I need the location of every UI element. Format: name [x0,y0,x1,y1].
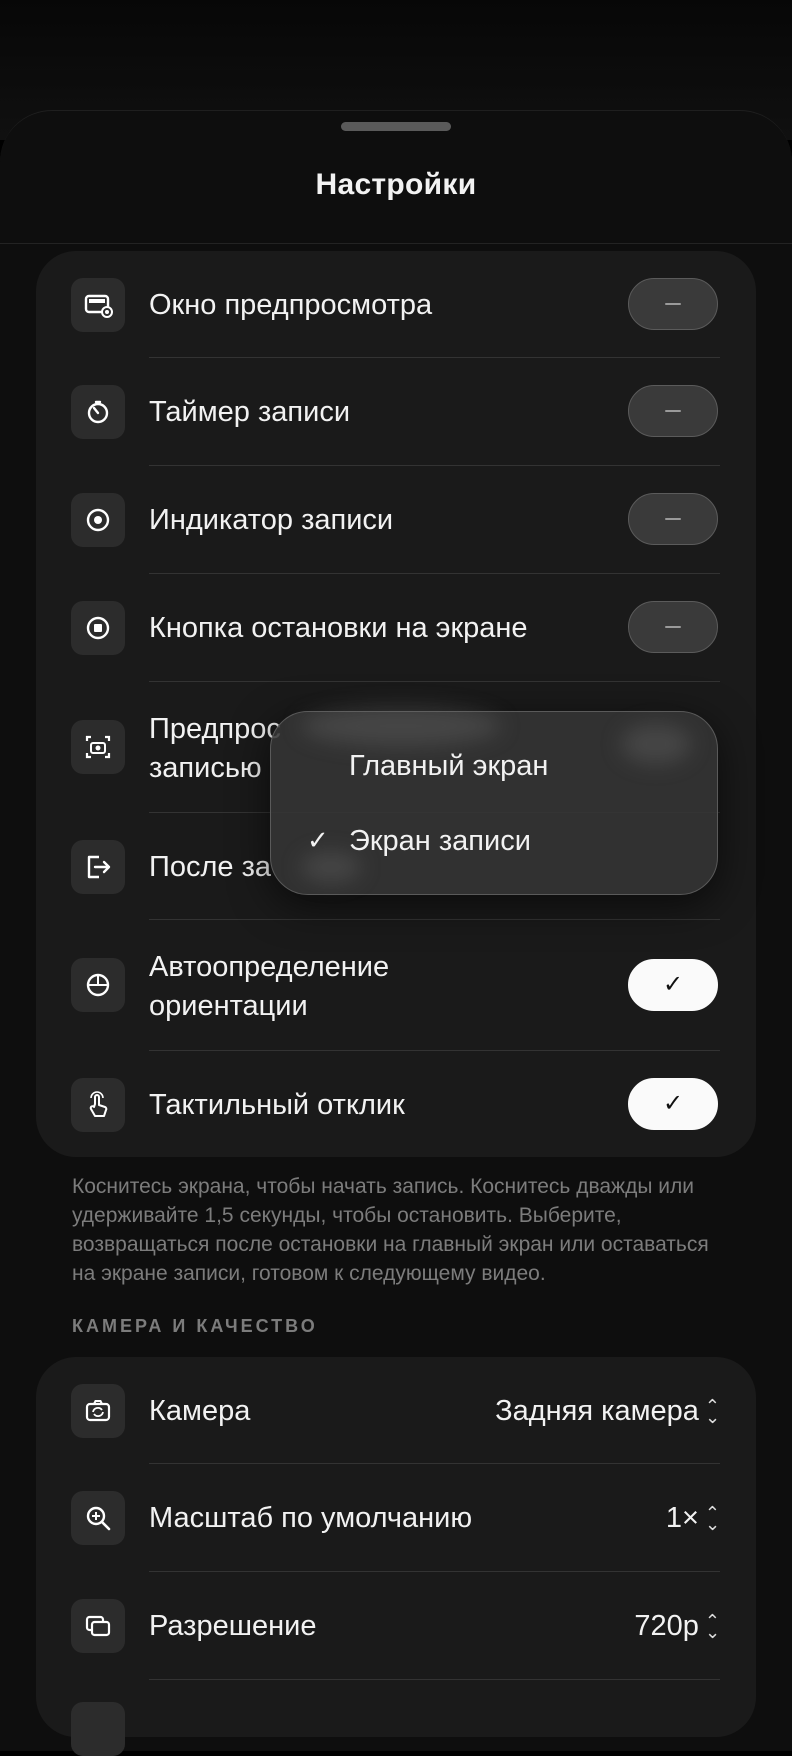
select-value: 1× [665,1502,699,1534]
camera-switch-icon [71,1384,125,1438]
setting-label: Кнопка остановки на экране [149,612,528,644]
timer-toggle[interactable] [628,385,718,437]
recording-footnote: Коснитесь экрана, чтобы начать запись. К… [72,1175,709,1285]
setting-label: Масштаб по умолчанию [149,1502,473,1534]
setting-label-line2: записью [149,752,262,784]
setting-row-orientation[interactable]: Автоопределение ориентации ✓ [36,920,756,1051]
preview-window-toggle[interactable] [628,278,718,330]
camera-preview-icon [71,720,125,774]
check-icon: ✓ [307,825,329,855]
setting-label-line1: Автоопределение [149,951,390,983]
setting-label: Индикатор записи [149,504,394,536]
next-row-icon [71,1702,125,1756]
zoom-icon [71,1491,125,1545]
settings-card-recording: Окно предпросмотра Таймер записи Индикат… [36,251,756,1157]
section-header-camera: КАМЕРА И КАЧЕСТВО [72,1316,318,1336]
resolution-icon [71,1599,125,1653]
setting-row-stop-button[interactable]: Кнопка остановки на экране [36,574,756,682]
preview-window-icon [71,278,125,332]
record-indicator-toggle[interactable] [628,493,718,545]
setting-label: Окно предпросмотра [149,289,433,321]
setting-row-camera[interactable]: Камера Задняя камера ⌃ ⌃ [36,1357,756,1464]
blur-effect [621,724,691,764]
stop-button-toggle[interactable] [628,601,718,653]
sheet-grabber[interactable] [341,122,451,131]
setting-label-line2: ориентации [149,990,308,1022]
record-indicator-icon [71,493,125,547]
setting-row-timer[interactable]: Таймер записи [36,358,756,466]
divider [0,243,792,244]
setting-label: Камера [149,1395,251,1427]
setting-label: Тактильный отклик [149,1089,405,1121]
haptic-toggle[interactable]: ✓ [628,1078,718,1130]
camera-select[interactable]: Задняя камера ⌃ ⌃ [495,1392,720,1430]
orientation-icon [71,958,125,1012]
menu-option-main-screen[interactable]: Главный экран [349,750,548,783]
select-value: Задняя камера [495,1395,699,1427]
select-value: 720p [634,1610,699,1642]
check-icon: ✓ [662,1090,684,1117]
menu-option-record-screen[interactable]: Экран записи [349,825,531,858]
check-icon: ✓ [662,971,684,998]
divider [149,1679,720,1680]
setting-row-record-indicator[interactable]: Индикатор записи [36,466,756,574]
setting-label-line1: Предпрос [149,713,281,745]
chevron-up-down-icon: ⌃ ⌃ [704,1611,720,1641]
chevron-up-down-icon: ⌃ ⌃ [704,1503,720,1533]
haptic-touch-icon [71,1078,125,1132]
setting-row-zoom[interactable]: Масштаб по умолчанию 1× ⌃ ⌃ [36,1464,756,1572]
setting-row-haptic[interactable]: Тактильный отклик ✓ [36,1051,756,1157]
blur-effect [301,706,501,746]
setting-row-resolution[interactable]: Разрешение 720p ⌃ ⌃ [36,1572,756,1680]
stop-button-icon [71,601,125,655]
timer-icon [71,385,125,439]
resolution-select[interactable]: 720p ⌃ ⌃ [634,1607,720,1645]
zoom-select[interactable]: 1× ⌃ ⌃ [666,1499,720,1537]
orientation-toggle[interactable]: ✓ [628,959,718,1011]
chevron-up-down-icon: ⌃ ⌃ [704,1396,720,1426]
settings-card-camera: Камера Задняя камера ⌃ ⌃ Масштаб по умолч… [36,1357,756,1756]
setting-label: Разрешение [149,1610,317,1642]
page-title: Настройки [315,168,477,201]
setting-row-preview-window[interactable]: Окно предпросмотра [36,251,756,358]
setting-label: После за [149,851,272,883]
setting-label: Таймер записи [149,396,351,428]
after-recording-menu: Главный экран ✓ Экран записи [270,706,718,895]
exit-icon [71,840,125,894]
